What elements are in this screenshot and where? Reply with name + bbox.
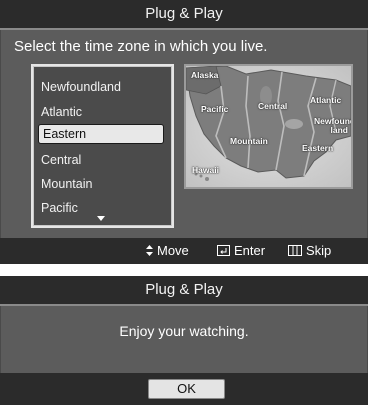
scroll-down-icon[interactable] [97,216,105,221]
timezone-map: Alaska Pacific Central Atlantic Newfound… [184,64,353,189]
timezone-list[interactable]: Newfoundland Atlantic Eastern Central Mo… [31,64,174,228]
finish-dialog: Plug & Play Enjoy your watching. OK [0,276,368,405]
remote-hint-bar: Move Enter Skip [0,238,368,264]
timezone-item-newfoundland[interactable]: Newfoundland [41,80,121,94]
title-divider [0,28,368,30]
skip-icon [288,244,302,259]
hint-move-label: Move [157,243,189,258]
finish-message: Enjoy your watching. [119,323,249,339]
map-label-mountain: Mountain [230,136,268,146]
timezone-dialog: Plug & Play Select the time zone in whic… [0,0,368,264]
map-label-central: Central [258,101,288,111]
timezone-item-eastern[interactable]: Eastern [38,124,164,144]
finish-button-bar: OK [0,373,368,405]
up-down-arrow-icon [146,244,153,259]
dialog-title: Plug & Play [0,0,368,28]
hint-enter: Enter [217,244,265,259]
timezone-item-central[interactable]: Central [41,153,81,167]
timezone-prompt: Select the time zone in which you live. [14,38,268,55]
timezone-list-body: Newfoundland Atlantic Eastern Central Mo… [34,67,171,225]
map-label-eastern: Eastern [302,143,334,153]
hint-move: Move [146,244,189,259]
map-label-hawaii: Hawaii [192,165,219,175]
finish-dialog-title: Plug & Play [0,276,368,304]
hint-skip: Skip [288,244,331,259]
map-label-atlantic: Atlantic [310,95,342,105]
map-label-alaska: Alaska [191,70,219,80]
enter-icon [217,244,230,259]
timezone-item-mountain[interactable]: Mountain [41,177,92,191]
finish-title-divider [0,304,368,306]
map-label-newfoundland: Newfound- land [314,116,351,135]
map-label-pacific: Pacific [201,104,229,114]
hint-skip-label: Skip [306,243,332,258]
timezone-item-atlantic[interactable]: Atlantic [41,105,82,119]
timezone-item-pacific[interactable]: Pacific [41,201,78,215]
hint-enter-label: Enter [234,243,266,258]
ok-button[interactable]: OK [148,379,225,399]
